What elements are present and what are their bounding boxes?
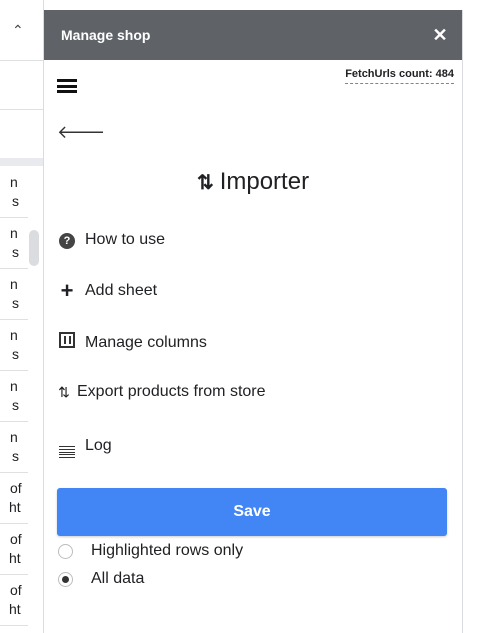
strip-row[interactable] xyxy=(0,61,43,110)
cell-text: of xyxy=(10,480,22,496)
cell-text: s xyxy=(12,448,19,464)
cell-text: of xyxy=(10,531,22,547)
strip-header: ⌃ xyxy=(0,0,43,61)
frozen-divider[interactable] xyxy=(0,158,43,166)
radio-button-checked[interactable] xyxy=(58,571,73,587)
menu-item-manage-columns[interactable]: Manage columns xyxy=(57,332,207,353)
cell-text: s xyxy=(12,295,19,311)
cell-text: n xyxy=(10,327,18,343)
table-cell[interactable]: ns xyxy=(0,320,28,371)
lines-icon xyxy=(57,434,77,458)
importer-title: Importer xyxy=(219,168,310,195)
chevron-up-icon[interactable]: ⌃ xyxy=(12,22,24,39)
help-circle-icon: ? xyxy=(57,231,77,249)
spreadsheet-strip: ⌃ ns ns ns ns ns ns of ht of ht of ht xyxy=(0,0,44,633)
radio-label: All data xyxy=(91,570,145,587)
cell-text: s xyxy=(12,346,19,362)
cell-text: n xyxy=(10,378,18,394)
table-cell[interactable]: ns xyxy=(0,167,28,218)
table-cell[interactable]: ns xyxy=(0,218,28,269)
panel-title: Manage shop xyxy=(61,27,151,43)
hamburger-menu-icon[interactable] xyxy=(57,79,77,93)
scrollbar-thumb[interactable] xyxy=(29,230,39,266)
fetch-urls-count[interactable]: FetchUrls count: 484 xyxy=(345,68,454,84)
strip-row[interactable] xyxy=(0,110,43,160)
radio-all-data[interactable]: All data xyxy=(58,570,144,588)
menu-item-label: Manage columns xyxy=(85,333,207,351)
manage-shop-panel: Manage shop ✕ FetchUrls count: 484 🡐 ⇅ Im… xyxy=(44,10,463,633)
cell-text: n xyxy=(10,429,18,445)
table-cell[interactable]: ns xyxy=(0,269,28,320)
table-cell[interactable]: of ht xyxy=(0,575,28,626)
import-export-icon: ⇅ xyxy=(196,172,214,194)
menu-item-log[interactable]: Log xyxy=(57,434,112,458)
cell-text: s xyxy=(12,193,19,209)
cell-text: of xyxy=(10,582,22,598)
columns-icon xyxy=(57,332,77,353)
back-arrow-icon[interactable]: 🡐 xyxy=(57,122,105,143)
menu-item-label: Export products from store xyxy=(77,383,266,400)
radio-highlighted-rows[interactable]: Highlighted rows only xyxy=(58,542,243,560)
menu-item-export-products[interactable]: ⇅ Export products from store xyxy=(57,383,266,401)
cell-text: n xyxy=(10,276,18,292)
importer-heading: ⇅ Importer xyxy=(44,168,462,196)
cell-text: s xyxy=(12,397,19,413)
cell-text: s xyxy=(12,244,19,260)
table-cell[interactable]: ns xyxy=(0,422,28,473)
menu-item-add-sheet[interactable]: + Add sheet xyxy=(57,278,158,303)
cell-text: n xyxy=(10,174,18,190)
menu-item-label: Log xyxy=(85,437,112,454)
save-button[interactable]: Save xyxy=(57,488,447,536)
cell-text: ht xyxy=(9,550,21,566)
import-export-icon: ⇅ xyxy=(58,383,70,400)
menu-item-label: Add sheet xyxy=(85,282,158,299)
menu-item-label: How to use xyxy=(85,231,166,248)
cell-text: n xyxy=(10,225,18,241)
radio-button[interactable] xyxy=(58,543,73,559)
menu-item-how-to-use[interactable]: ? How to use xyxy=(57,231,165,249)
panel-header: Manage shop ✕ xyxy=(44,10,462,60)
close-icon[interactable]: ✕ xyxy=(428,23,452,47)
table-cell[interactable]: ns xyxy=(0,371,28,422)
cell-text: ht xyxy=(9,601,21,617)
table-cell[interactable]: of ht xyxy=(0,473,28,524)
cell-text: ht xyxy=(9,499,21,515)
radio-label: Highlighted rows only xyxy=(91,542,244,559)
plus-icon: + xyxy=(60,278,74,303)
table-cell[interactable]: of ht xyxy=(0,524,28,575)
